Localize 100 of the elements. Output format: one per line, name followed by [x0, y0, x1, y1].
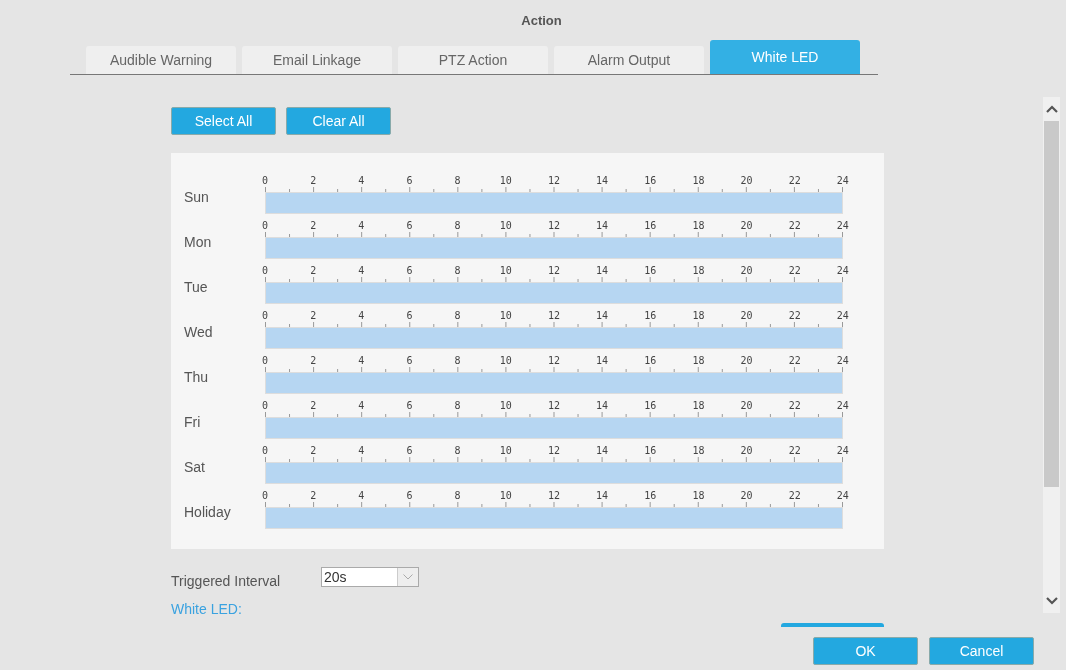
hour-label: 0: [261, 220, 269, 232]
hour-label: 18: [691, 310, 706, 322]
hour-label: 2: [309, 355, 318, 367]
schedule-bar[interactable]: [266, 193, 842, 213]
dialog-title: Action: [521, 13, 562, 29]
hour-label: 18: [691, 265, 706, 277]
hour-label: 2: [309, 445, 318, 457]
hour-label: 10: [498, 220, 513, 232]
hour-label: 12: [546, 265, 561, 277]
hour-label: 14: [595, 355, 610, 367]
hour-label: 20: [739, 445, 754, 457]
hour-label: 18: [691, 445, 706, 457]
hour-label: 12: [546, 445, 561, 457]
schedule-bar[interactable]: [266, 418, 842, 438]
hour-label: 2: [309, 490, 318, 502]
hour-label: 6: [405, 175, 414, 187]
hour-label: 22: [787, 445, 802, 457]
hour-label: 20: [739, 355, 754, 367]
tab[interactable]: Audible Warning: [86, 46, 236, 74]
day-label: Tue: [184, 279, 209, 297]
cancel-button[interactable]: Cancel: [929, 637, 1034, 665]
hour-label: 16: [643, 445, 658, 457]
hour-label: 6: [405, 400, 414, 412]
schedule-bar[interactable]: [266, 283, 842, 303]
schedule-bar[interactable]: [266, 463, 842, 483]
hour-label: 24: [835, 445, 850, 457]
hour-label: 22: [787, 220, 802, 232]
hour-label: 16: [643, 490, 658, 502]
hour-label: 8: [453, 220, 462, 232]
hour-label: 4: [357, 355, 366, 367]
hour-label: 16: [643, 355, 658, 367]
hour-label: 0: [261, 490, 269, 502]
hour-label: 2: [309, 265, 318, 277]
clear-all-button[interactable]: Clear All: [286, 107, 391, 135]
hour-label: 0: [261, 310, 269, 322]
hour-label: 2: [309, 175, 318, 187]
hour-label: 10: [498, 490, 513, 502]
scrollbar[interactable]: [1043, 97, 1060, 613]
field-label: Triggered Interval: [171, 573, 282, 589]
ok-button[interactable]: OK: [813, 637, 918, 665]
hour-label: 10: [498, 175, 513, 187]
hour-label: 2: [309, 400, 318, 412]
tab[interactable]: Email Linkage: [242, 46, 392, 74]
hour-label: 18: [691, 400, 706, 412]
schedule-bar[interactable]: [266, 508, 842, 528]
hour-label: 14: [595, 490, 610, 502]
hour-label: 16: [643, 220, 658, 232]
hour-label: 6: [405, 355, 414, 367]
hour-label: 12: [546, 490, 561, 502]
hour-label: 8: [453, 400, 462, 412]
hour-label: 14: [595, 400, 610, 412]
hour-label: 4: [357, 265, 366, 277]
hour-label: 4: [357, 175, 366, 187]
tab[interactable]: PTZ Action: [398, 46, 548, 74]
hour-label: 12: [546, 220, 561, 232]
scroll-down-icon[interactable]: [1045, 597, 1058, 605]
hour-label: 20: [739, 175, 754, 187]
schedule-bar[interactable]: [266, 373, 842, 393]
hour-label: 16: [643, 265, 658, 277]
hour-label: 6: [405, 265, 414, 277]
hour-label: 12: [546, 400, 561, 412]
scroll-up-icon[interactable]: [1045, 105, 1058, 113]
hour-label: 22: [787, 490, 802, 502]
hour-label: 24: [835, 265, 850, 277]
caret-icon: [403, 574, 413, 580]
hour-label: 6: [405, 310, 414, 322]
hour-label: 4: [357, 400, 366, 412]
day-label: Thu: [184, 369, 210, 387]
interval-select[interactable]: 20s: [321, 567, 419, 587]
day-label: Sat: [184, 459, 206, 477]
schedule-bar[interactable]: [266, 328, 842, 348]
hour-label: 12: [546, 175, 561, 187]
hour-label: 14: [595, 445, 610, 457]
hour-label: 10: [498, 445, 513, 457]
hour-label: 16: [643, 175, 658, 187]
hour-label: 8: [453, 175, 462, 187]
day-label: Sun: [184, 189, 210, 207]
hour-label: 14: [595, 265, 610, 277]
hour-label: 22: [787, 175, 802, 187]
hour-label: 4: [357, 310, 366, 322]
hour-label: 18: [691, 490, 706, 502]
hour-label: 14: [595, 175, 610, 187]
hour-label: 20: [739, 490, 754, 502]
hour-label: 24: [835, 220, 850, 232]
tab[interactable]: Alarm Output: [554, 46, 704, 74]
hour-label: 22: [787, 310, 802, 322]
select-all-button[interactable]: Select All: [171, 107, 276, 135]
hour-label: 8: [453, 445, 462, 457]
hour-label: 6: [405, 220, 414, 232]
hour-label: 20: [739, 220, 754, 232]
hour-label: 16: [643, 310, 658, 322]
hour-label: 4: [357, 490, 366, 502]
day-label: Wed: [184, 324, 214, 342]
scroll-thumb[interactable]: [1044, 121, 1059, 487]
day-label: Fri: [184, 414, 202, 432]
hour-label: 22: [787, 265, 802, 277]
hour-label: 8: [453, 265, 462, 277]
hour-label: 0: [261, 445, 269, 457]
hour-label: 14: [595, 220, 610, 232]
schedule-bar[interactable]: [266, 238, 842, 258]
